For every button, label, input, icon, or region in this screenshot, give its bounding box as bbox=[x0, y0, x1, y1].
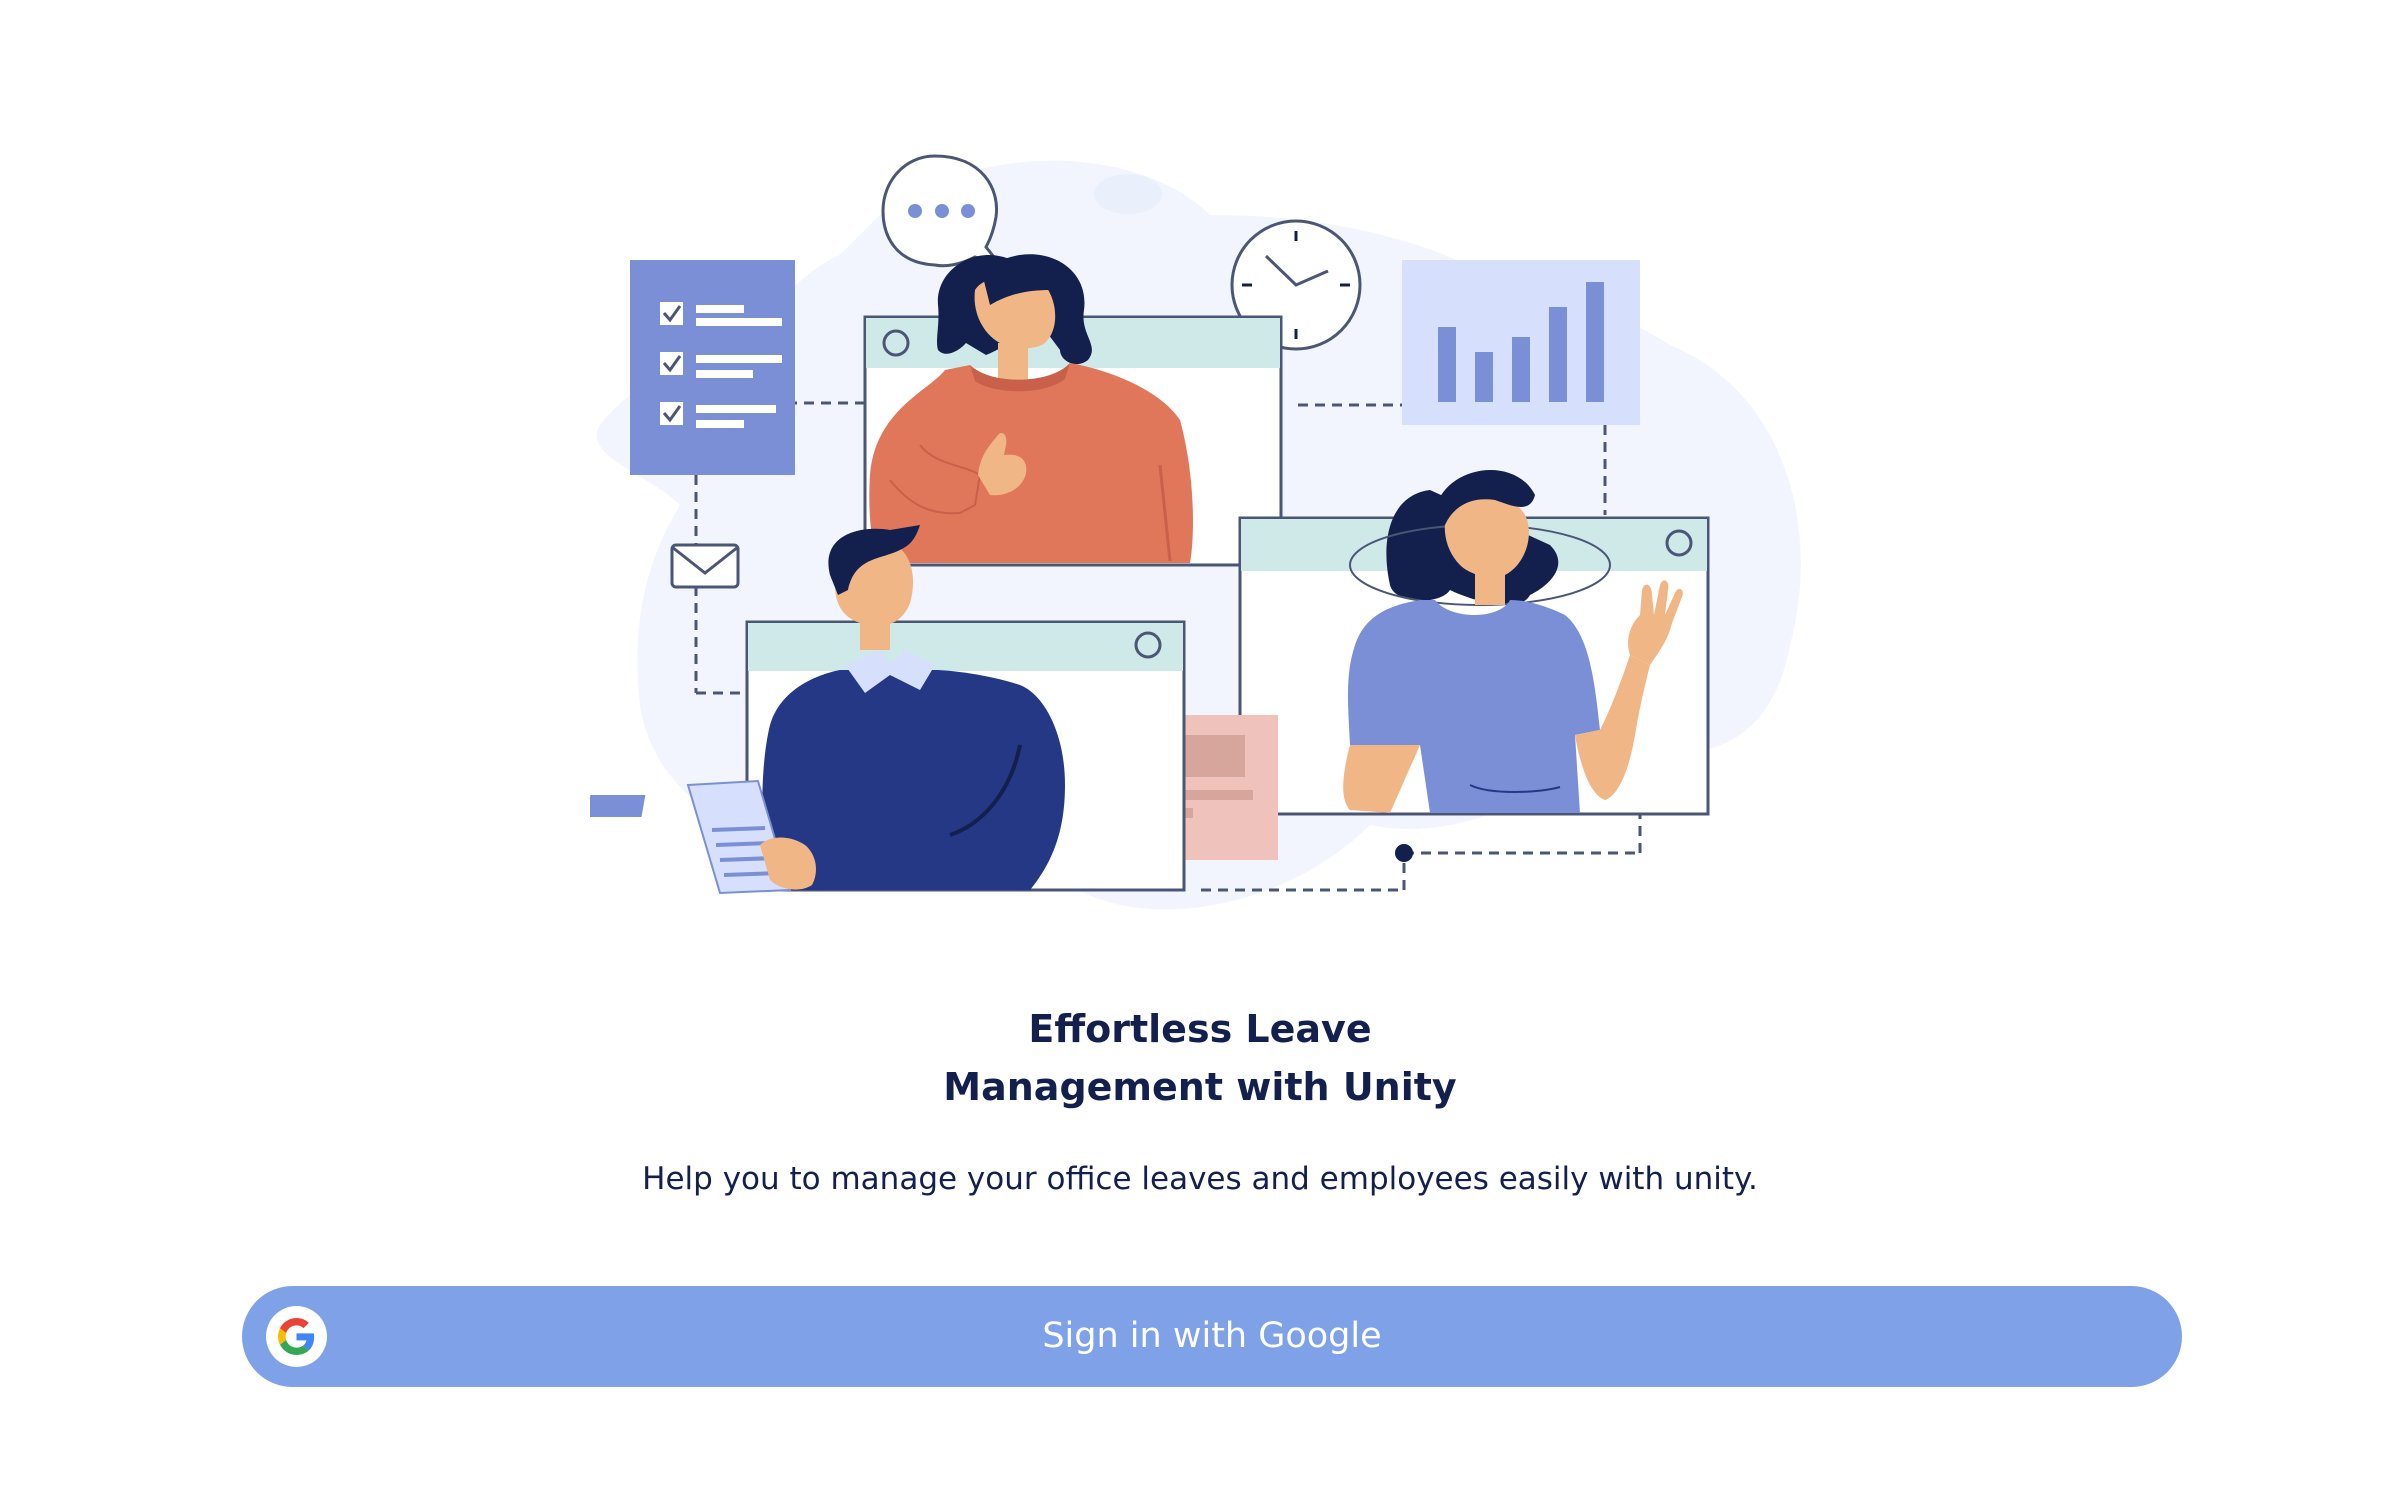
hero-illustration bbox=[590, 145, 1830, 935]
title-line-1: Effortless Leave bbox=[1028, 1007, 1372, 1051]
google-signin-button[interactable]: Sign in with Google bbox=[242, 1286, 2182, 1387]
page-title: Effortless Leave Management with Unity bbox=[0, 1000, 2400, 1116]
envelope-icon bbox=[670, 543, 740, 589]
bar-chart-card bbox=[1402, 260, 1640, 425]
video-window-right bbox=[1238, 469, 1710, 816]
title-line-2: Management with Unity bbox=[943, 1065, 1457, 1109]
connector-dot bbox=[1395, 844, 1413, 862]
page-subtitle: Help you to manage your office leaves an… bbox=[642, 1161, 1758, 1197]
checklist-card bbox=[630, 260, 795, 475]
google-signin-label: Sign in with Google bbox=[1042, 1316, 1382, 1356]
google-icon bbox=[266, 1306, 327, 1367]
chat-bubble-icon bbox=[881, 154, 1006, 270]
